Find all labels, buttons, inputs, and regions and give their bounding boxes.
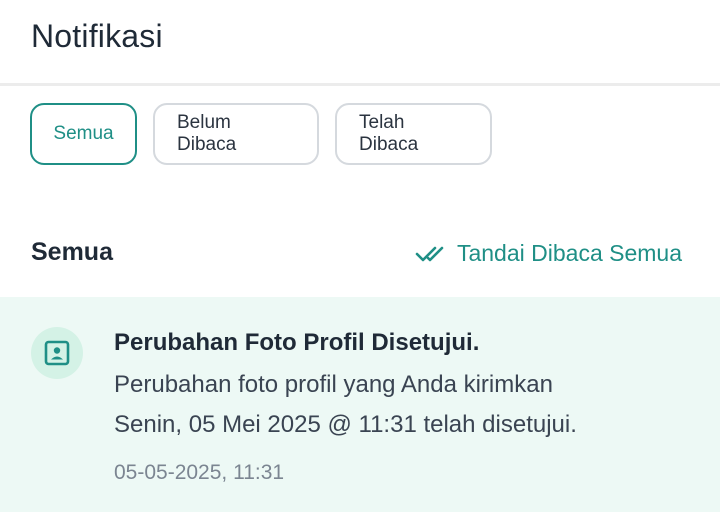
profile-portrait-icon [31, 327, 83, 379]
notification-title: Perubahan Foto Profil Disetujui. [114, 329, 480, 356]
notification-body: Perubahan foto profil yang Anda kirimkan… [114, 365, 694, 445]
page-title: Notifikasi [31, 18, 163, 54]
notification-item[interactable]: Perubahan Foto Profil Disetujui. Perubah… [0, 297, 720, 512]
filter-chip-all[interactable]: Semua [30, 103, 137, 165]
mark-all-read-button[interactable]: Tandai Dibaca Semua [415, 240, 682, 267]
top-bar: Notifikasi [0, 0, 720, 86]
notification-body-line: Senin, 05 Mei 2025 @ 11:31 telah disetuj… [114, 411, 577, 438]
filter-chips: Semua Belum Dibaca Telah Dibaca [30, 103, 492, 165]
double-check-icon [415, 245, 445, 263]
mark-all-read-label: Tandai Dibaca Semua [456, 240, 682, 266]
filter-chip-unread[interactable]: Belum Dibaca [153, 103, 319, 165]
section-title: Semua [31, 238, 113, 266]
filter-chip-read[interactable]: Telah Dibaca [335, 103, 492, 165]
notification-timestamp: 05-05-2025, 11:31 [114, 461, 285, 484]
notification-body-line: Perubahan foto profil yang Anda kirimkan [114, 371, 553, 398]
